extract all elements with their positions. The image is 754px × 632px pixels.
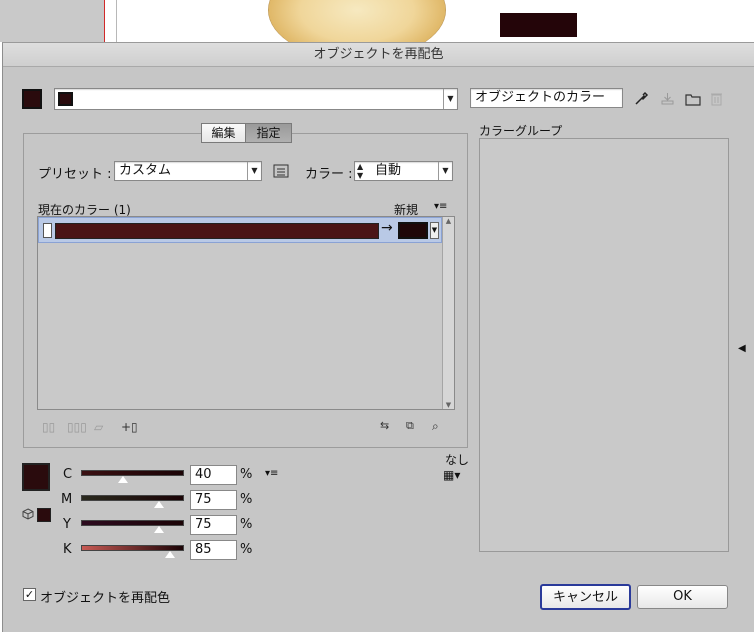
gamut-color-swatch[interactable] [37, 508, 51, 522]
cyan-label: C [63, 467, 73, 482]
yellow-unit: % [240, 517, 253, 532]
chevron-down-icon[interactable]: ▼ [443, 89, 457, 109]
cyan-slider-thumb[interactable] [118, 476, 128, 483]
list-scrollbar[interactable]: ▲ ▼ [442, 217, 454, 409]
separate-colors-icon[interactable]: ▯▯▯ [67, 420, 87, 434]
cube-icon [22, 508, 34, 520]
black-unit: % [240, 542, 253, 557]
list-menu-icon[interactable]: ▾≡ [434, 201, 447, 212]
preset-value: カスタム [119, 163, 172, 178]
black-slider[interactable] [81, 545, 184, 558]
cyan-unit: % [240, 467, 253, 482]
find-color-icon[interactable]: ⌕ [432, 419, 439, 434]
stepper-arrows-icon[interactable]: ▲ ▼ [357, 162, 363, 180]
preset-options-icon[interactable] [273, 164, 289, 178]
tab-edit[interactable]: 編集 [201, 123, 246, 143]
cyan-input[interactable]: 40 [190, 465, 237, 485]
color-group-mode-label: なし [445, 453, 470, 467]
active-color-swatch[interactable] [22, 89, 42, 109]
arrow-right-icon[interactable]: → [381, 220, 393, 236]
selected-color-preview[interactable] [22, 463, 50, 491]
recolor-checkbox-label: オブジェクトを再配色 [40, 591, 171, 606]
collapse-panel-icon[interactable]: ◀ [738, 343, 746, 354]
colors-label: カラー : [305, 167, 353, 182]
eyedropper-icon[interactable] [633, 91, 649, 107]
cancel-button[interactable]: キャンセル [540, 584, 631, 610]
recolor-dialog: オブジェクトを再配色 ▼ オブジェクトのカラー 編集 指定 プリセット : カス… [2, 42, 754, 632]
artwork-colors-field[interactable]: オブジェクトのカラー [470, 88, 623, 108]
preset-label: プリセット : [38, 167, 112, 182]
ok-button[interactable]: OK [637, 585, 728, 609]
save-group-icon[interactable] [660, 92, 675, 106]
row-drag-handle-icon[interactable] [43, 223, 52, 238]
cyan-slider[interactable] [81, 470, 184, 483]
yellow-slider[interactable] [81, 520, 184, 533]
shuffle-colors-icon[interactable]: ⇆ [380, 419, 389, 432]
magenta-unit: % [240, 492, 253, 507]
black-slider-thumb[interactable] [165, 551, 175, 558]
merge-colors-icon[interactable]: ▯▯ [42, 420, 55, 434]
colors-count-select[interactable]: ▲ ▼ 自動 ▼ [354, 161, 453, 181]
group-color-chip [58, 92, 73, 106]
artwork-rectangle [500, 13, 577, 37]
slider-menu-icon[interactable]: ▾≡ [265, 468, 278, 479]
magenta-slider-thumb[interactable] [154, 501, 164, 508]
color-groups-label: カラーグループ [479, 124, 563, 138]
color-group-name-field[interactable]: ▼ [54, 88, 458, 110]
current-color-bar[interactable] [55, 223, 379, 239]
folder-icon[interactable] [685, 92, 701, 106]
color-groups-list[interactable] [479, 138, 729, 552]
colors-count-value: 自動 [375, 163, 402, 178]
preset-select[interactable]: カスタム ▼ [114, 161, 262, 181]
black-input[interactable]: 85 [190, 540, 237, 560]
yellow-slider-thumb[interactable] [154, 526, 164, 533]
randomize-saturation-icon[interactable]: ⧉ [406, 419, 414, 433]
background-panel [0, 0, 104, 42]
color-assignment-list: → ▼ ▲ ▼ [37, 216, 455, 410]
artboard-edge [116, 0, 117, 42]
magenta-slider[interactable] [81, 495, 184, 508]
black-label: K [63, 542, 72, 557]
new-row-icon[interactable]: +▯ [121, 420, 138, 434]
recolor-checkbox[interactable]: ✓ [23, 588, 36, 601]
artboard-guide-line [104, 0, 105, 42]
chevron-down-icon[interactable]: ▼ [430, 222, 439, 239]
yellow-label: Y [63, 517, 71, 532]
magenta-input[interactable]: 75 [190, 490, 237, 510]
chevron-down-icon[interactable]: ▼ [438, 162, 452, 180]
exclude-colors-icon[interactable]: ▱ [94, 420, 103, 434]
trash-icon[interactable] [710, 91, 723, 106]
tab-assign[interactable]: 指定 [245, 123, 292, 143]
chevron-down-icon[interactable]: ▼ [247, 162, 261, 180]
grid-icon[interactable]: ▦▾ [443, 468, 460, 482]
new-color-swatch[interactable] [398, 222, 428, 239]
yellow-input[interactable]: 75 [190, 515, 237, 535]
magenta-label: M [61, 492, 73, 507]
color-row[interactable]: → ▼ [38, 217, 442, 243]
dialog-title: オブジェクトを再配色 [3, 43, 754, 67]
